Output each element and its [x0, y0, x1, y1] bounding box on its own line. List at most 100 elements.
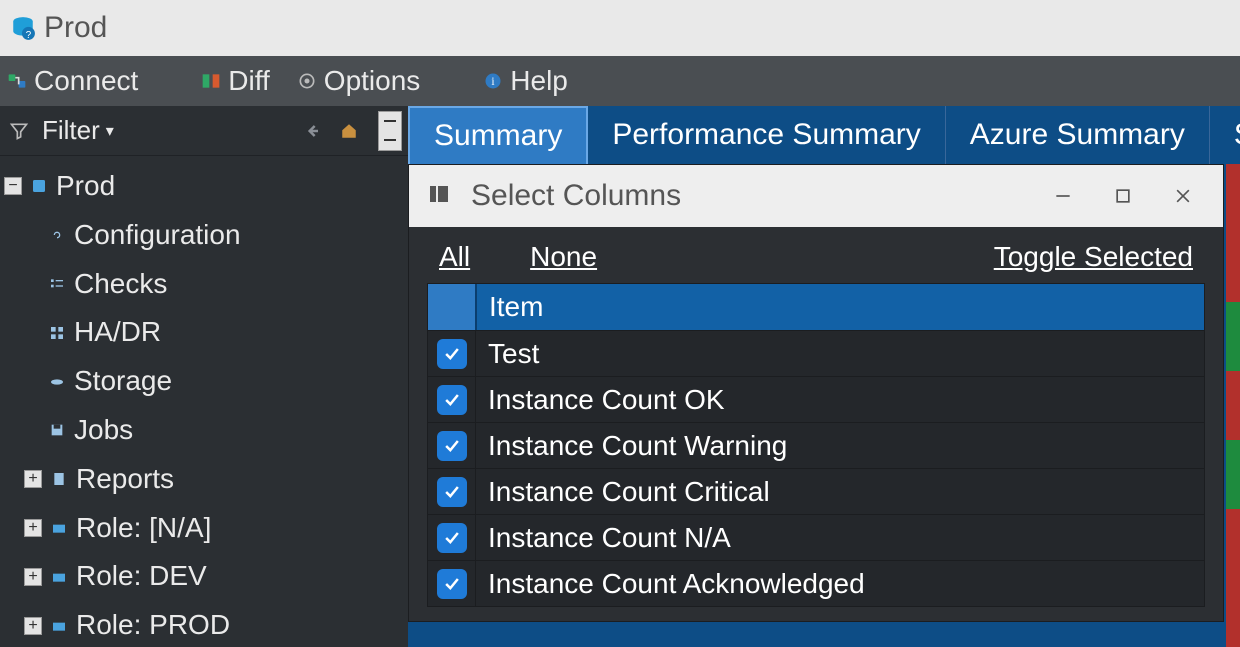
tab-label: Azure Summary [970, 118, 1185, 152]
select-all-link[interactable]: All [439, 241, 470, 273]
tree-item-role-prod[interactable]: + Role: PROD [4, 601, 408, 647]
folder-icon [48, 517, 70, 539]
tree-item-label: Jobs [74, 408, 133, 453]
tab-summary[interactable]: Summary [408, 106, 588, 164]
dialog-title: Select Columns [471, 179, 681, 213]
expand-icon[interactable]: + [24, 617, 42, 635]
expand-icon[interactable]: + [24, 568, 42, 586]
dialog-titlebar[interactable]: Select Columns [409, 165, 1223, 227]
tab-azure-summary[interactable]: Azure Summary [946, 106, 1210, 164]
checklist-icon [46, 273, 68, 295]
svg-text:?: ? [26, 30, 32, 41]
select-none-link[interactable]: None [530, 241, 597, 273]
row-checkbox[interactable] [437, 477, 467, 507]
status-red [1226, 509, 1240, 578]
row-checkbox[interactable] [437, 569, 467, 599]
header-item-label: Item [489, 291, 543, 323]
tab-label: Summary [434, 119, 562, 153]
maximize-button[interactable] [1101, 174, 1145, 218]
tree-item-role-na[interactable]: + Role: [N/A] [4, 504, 408, 553]
status-red [1226, 578, 1240, 647]
minimize-button[interactable] [1041, 174, 1085, 218]
report-icon [48, 468, 70, 490]
columns-icon [427, 182, 455, 210]
disk-icon [46, 371, 68, 393]
grid-row[interactable]: Instance Count N/A [428, 514, 1204, 560]
expand-icon[interactable]: + [24, 519, 42, 537]
status-green [1226, 440, 1240, 509]
tab-bar: Summary Performance Summary Azure Summar… [408, 106, 1240, 164]
menu-bar: Connect Diff Options i Help [0, 56, 1240, 106]
home-icon[interactable] [336, 118, 362, 144]
toolbar-overflow-button[interactable] [378, 111, 402, 151]
sidebar-toolbar: Filter ▾ [0, 106, 408, 156]
menu-diff-label: Diff [228, 65, 270, 97]
grid-row[interactable]: Instance Count Warning [428, 422, 1204, 468]
tab-label: Slow [1234, 118, 1240, 152]
collapse-icon[interactable]: − [4, 177, 22, 195]
grid-icon [46, 322, 68, 344]
tree-item-label: Role: PROD [76, 603, 230, 647]
grid-row[interactable]: Instance Count OK [428, 376, 1204, 422]
grid-row[interactable]: Test [428, 330, 1204, 376]
window-titlebar: ? Prod [0, 0, 1240, 56]
menu-diff[interactable]: Diff [200, 65, 270, 97]
sidebar: Filter ▾ − [0, 106, 408, 647]
row-checkbox[interactable] [437, 523, 467, 553]
row-label: Test [488, 338, 539, 370]
header-item-column[interactable]: Item [476, 284, 1204, 330]
save-icon [46, 419, 68, 441]
tree-item-jobs[interactable]: Jobs [4, 406, 408, 455]
menu-help-label: Help [510, 65, 568, 97]
menu-options-label: Options [324, 65, 421, 97]
status-red [1226, 233, 1240, 302]
row-label: Instance Count Critical [488, 476, 770, 508]
folder-icon [48, 566, 70, 588]
status-strip [1226, 164, 1240, 647]
status-red [1226, 164, 1240, 233]
tree-root-prod[interactable]: − Prod [4, 162, 408, 211]
menu-help[interactable]: i Help [482, 65, 568, 97]
toggle-selected-link[interactable]: Toggle Selected [994, 241, 1193, 273]
grid-row[interactable]: Instance Count Critical [428, 468, 1204, 514]
gear-icon [296, 70, 318, 92]
row-checkbox[interactable] [437, 385, 467, 415]
header-check-column[interactable] [428, 284, 476, 330]
row-label: Instance Count OK [488, 384, 725, 416]
close-button[interactable] [1161, 174, 1205, 218]
menu-options[interactable]: Options [296, 65, 421, 97]
tree-item-storage[interactable]: Storage [4, 357, 408, 406]
tree-root-label: Prod [56, 164, 115, 209]
tree-item-label: Storage [74, 359, 172, 404]
grid-row[interactable]: Instance Count Acknowledged [428, 560, 1204, 606]
tree-item-configuration[interactable]: Configuration [4, 211, 408, 260]
row-checkbox[interactable] [437, 339, 467, 369]
tree-item-label: Role: [N/A] [76, 506, 211, 551]
tree-item-label: Reports [76, 457, 174, 502]
expand-icon[interactable]: + [24, 470, 42, 488]
filter-label: Filter [42, 115, 100, 146]
dialog-link-row: All None Toggle Selected [409, 227, 1223, 283]
select-columns-dialog: Select Columns All None Toggle S [408, 164, 1224, 622]
tree-item-hadr[interactable]: HA/DR [4, 308, 408, 357]
status-green [1226, 302, 1240, 371]
tree-item-label: HA/DR [74, 310, 161, 355]
database-icon [28, 175, 50, 197]
tree-item-label: Role: DEV [76, 554, 207, 599]
tab-slow[interactable]: Slow [1210, 106, 1240, 164]
status-red [1226, 371, 1240, 440]
plug-icon [6, 70, 28, 92]
app-icon: ? [10, 15, 36, 41]
tab-performance-summary[interactable]: Performance Summary [588, 106, 945, 164]
content-area: Summary Performance Summary Azure Summar… [408, 106, 1240, 647]
filter-dropdown[interactable]: Filter ▾ [42, 115, 114, 146]
tree-item-checks[interactable]: Checks [4, 260, 408, 309]
columns-grid: Item Test [427, 283, 1205, 607]
link-icon [46, 224, 68, 246]
back-icon[interactable] [300, 118, 326, 144]
tree-item-role-dev[interactable]: + Role: DEV [4, 552, 408, 601]
tree-item-reports[interactable]: + Reports [4, 455, 408, 504]
diff-icon [200, 70, 222, 92]
row-checkbox[interactable] [437, 431, 467, 461]
menu-connect[interactable]: Connect [6, 65, 138, 97]
